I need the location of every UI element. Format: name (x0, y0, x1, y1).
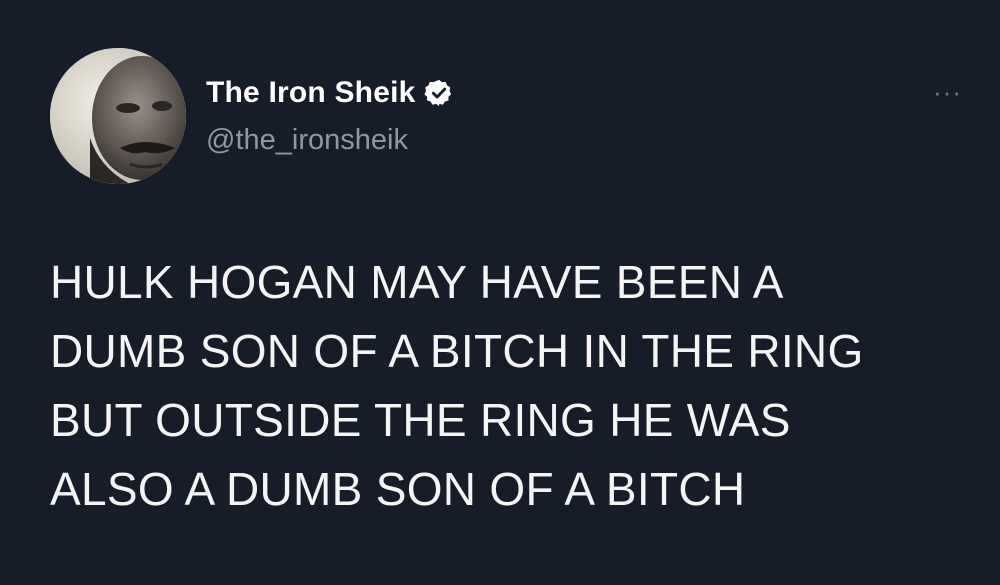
avatar[interactable] (50, 48, 186, 184)
tweet-card: The Iron Sheik @the_ironsheik ··· HULK H… (0, 0, 1000, 585)
tweet-text-line: HULK HOGAN MAY HAVE BEEN A (50, 256, 784, 308)
verified-badge-icon (423, 78, 454, 108)
author-display-name[interactable]: The Iron Sheik (206, 76, 416, 110)
tweet-text-line: DUMB SON OF A BITCH IN THE RING (50, 325, 864, 377)
tweet-text: HULK HOGAN MAY HAVE BEEN A DUMB SON OF A… (50, 248, 980, 524)
tweet-text-line: BUT OUTSIDE THE RING HE WAS (50, 394, 791, 446)
author-handle[interactable]: @the_ironsheik (206, 124, 408, 157)
avatar-image (50, 48, 186, 184)
more-options-icon[interactable]: ··· (933, 79, 962, 105)
author-name-row: The Iron Sheik (206, 76, 454, 110)
tweet-text-line: ALSO A DUMB SON OF A BITCH (50, 463, 746, 515)
